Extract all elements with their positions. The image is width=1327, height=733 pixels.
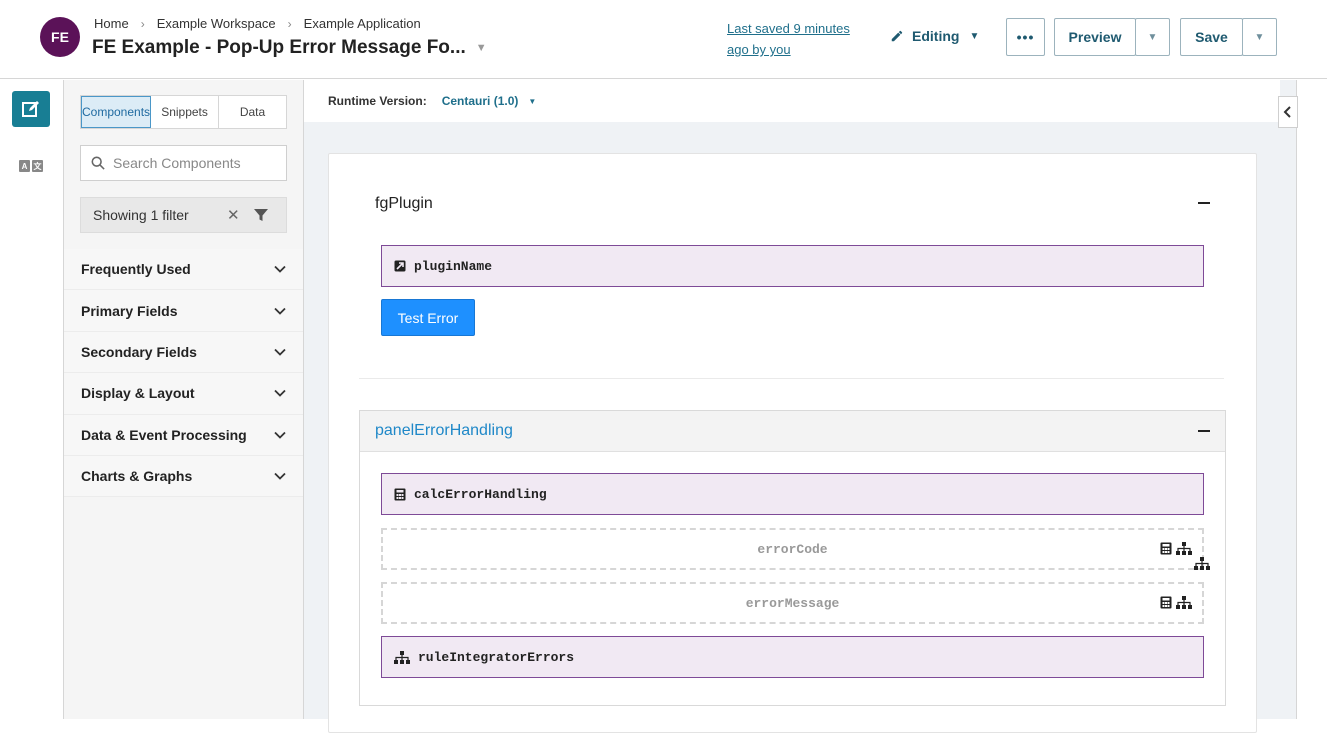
filter-label: Showing 1 filter <box>93 207 189 223</box>
left-rail: A文 <box>0 80 64 719</box>
tab-components[interactable]: Components <box>81 96 152 128</box>
hierarchy-icon[interactable] <box>1194 557 1210 570</box>
category-label: Charts & Graphs <box>81 468 193 485</box>
last-saved-line2: ago by you <box>727 42 791 57</box>
rule-integrator-errors-field[interactable]: ruleIntegratorErrors <box>381 636 1204 678</box>
last-saved-link[interactable]: Last saved 9 minutes ago by you <box>727 18 862 60</box>
filter-icon[interactable] <box>253 207 269 223</box>
breadcrumb: Home › Example Workspace › Example Appli… <box>94 16 421 31</box>
app-header: FE Home › Example Workspace › Example Ap… <box>0 0 1327 79</box>
caret-down-icon[interactable]: ▼ <box>476 42 487 54</box>
runtime-label: Runtime Version: <box>328 94 427 108</box>
calculator-icon <box>1160 542 1172 555</box>
more-options-button[interactable]: ••• <box>1006 18 1045 56</box>
field-label: errorCode <box>757 541 828 557</box>
category-data-event-processing[interactable]: Data & Event Processing <box>64 414 303 456</box>
caret-down-icon[interactable]: ▼ <box>528 97 536 106</box>
field-icons <box>1160 542 1192 555</box>
category-display-layout[interactable]: Display & Layout <box>64 373 303 415</box>
chevron-down-icon <box>274 431 286 439</box>
caret-down-icon: ▼ <box>1147 31 1158 43</box>
design-canvas: Runtime Version: Centauri (1.0) ▼ fgPlug… <box>304 80 1327 733</box>
category-charts-graphs[interactable]: Charts & Graphs <box>64 455 303 498</box>
tab-snippets[interactable]: Snippets <box>151 96 220 128</box>
calc-error-handling-field[interactable]: calcErrorHandling <box>381 473 1204 515</box>
components-panel: Components Snippets Data Showing 1 filte… <box>64 80 304 719</box>
runtime-bar: Runtime Version: Centauri (1.0) ▼ <box>304 80 1280 122</box>
breadcrumb-home[interactable]: Home <box>94 16 129 31</box>
workspace-avatar[interactable]: FE <box>40 17 80 57</box>
category-secondary-fields[interactable]: Secondary Fields <box>64 331 303 374</box>
editing-label: Editing <box>912 28 960 44</box>
edit-icon[interactable] <box>12 91 50 127</box>
close-icon[interactable]: ✕ <box>227 206 240 224</box>
field-label: pluginName <box>414 258 493 274</box>
last-saved-line1: Last saved 9 minutes <box>727 21 850 36</box>
breadcrumb-application[interactable]: Example Application <box>304 16 421 31</box>
category-label: Data & Event Processing <box>81 426 247 443</box>
collapse-icon[interactable] <box>1198 430 1210 432</box>
field-label: ruleIntegratorErrors <box>418 649 575 665</box>
properties-strip <box>1296 80 1327 719</box>
chevron-down-icon <box>274 390 286 398</box>
search-input[interactable] <box>113 155 273 171</box>
panel-error-handling[interactable]: panelErrorHandling calcErrorHandling err… <box>359 410 1226 706</box>
caret-down-icon: ▼ <box>969 30 980 42</box>
test-error-button[interactable]: Test Error <box>381 299 475 336</box>
chevron-right-icon: › <box>287 16 292 31</box>
plugin-name-field[interactable]: pluginName <box>381 245 1204 287</box>
page-title[interactable]: FE Example - Pop-Up Error Message Fo... … <box>92 37 487 59</box>
page-title-text: FE Example - Pop-Up Error Message Fo... <box>92 37 466 58</box>
pencil-icon <box>891 30 903 42</box>
chevron-down-icon <box>274 348 286 356</box>
category-label: Display & Layout <box>81 385 195 402</box>
search-box <box>80 145 287 181</box>
preview-button[interactable]: Preview <box>1054 18 1136 56</box>
category-frequently-used[interactable]: Frequently Used <box>64 249 303 291</box>
save-dropdown-button[interactable]: ▼ <box>1242 18 1277 56</box>
caret-down-icon: ▼ <box>1254 31 1265 43</box>
error-code-field[interactable]: errorCode <box>381 528 1204 570</box>
field-label: calcErrorHandling <box>414 486 547 502</box>
category-label: Primary Fields <box>81 302 178 319</box>
filter-bar[interactable]: Showing 1 filter ✕ <box>80 197 287 233</box>
category-list: Frequently Used Primary Fields Secondary… <box>64 249 303 498</box>
runtime-version-select[interactable]: Centauri (1.0) <box>442 94 519 108</box>
field-icons <box>1160 596 1192 609</box>
calculator-icon <box>1160 596 1172 609</box>
preview-dropdown-button[interactable]: ▼ <box>1135 18 1170 56</box>
search-icon <box>91 156 105 170</box>
chevron-down-icon <box>274 473 286 480</box>
panel-tabs: Components Snippets Data <box>80 95 287 129</box>
chevron-right-icon: › <box>140 16 145 31</box>
error-message-field[interactable]: errorMessage <box>381 582 1204 624</box>
category-primary-fields[interactable]: Primary Fields <box>64 290 303 332</box>
page-card: fgPlugin pluginName Test Error panelErro… <box>328 153 1257 733</box>
breadcrumb-workspace[interactable]: Example Workspace <box>157 16 276 31</box>
hierarchy-icon <box>1176 542 1192 555</box>
chevron-left-icon <box>1283 106 1291 118</box>
panel-header: panelErrorHandling <box>360 411 1225 452</box>
calculator-icon <box>394 488 406 500</box>
hierarchy-icon <box>1176 596 1192 609</box>
chevron-down-icon <box>274 307 286 315</box>
plugin-icon <box>394 260 406 272</box>
editing-mode-dropdown[interactable]: Editing ▼ <box>890 28 979 44</box>
section-title-fgplugin[interactable]: fgPlugin <box>375 195 433 213</box>
field-label: errorMessage <box>745 595 840 611</box>
tab-data[interactable]: Data <box>219 96 286 128</box>
translate-icon[interactable]: A文 <box>19 160 43 174</box>
category-label: Frequently Used <box>81 261 191 278</box>
collapse-icon[interactable] <box>1198 202 1210 204</box>
chevron-down-icon <box>274 266 286 273</box>
divider <box>359 378 1224 379</box>
collapse-panel-button[interactable] <box>1278 96 1298 128</box>
save-button[interactable]: Save <box>1180 18 1243 56</box>
category-label: Secondary Fields <box>81 343 197 360</box>
panel-title[interactable]: panelErrorHandling <box>375 422 513 440</box>
hierarchy-icon <box>394 650 410 664</box>
